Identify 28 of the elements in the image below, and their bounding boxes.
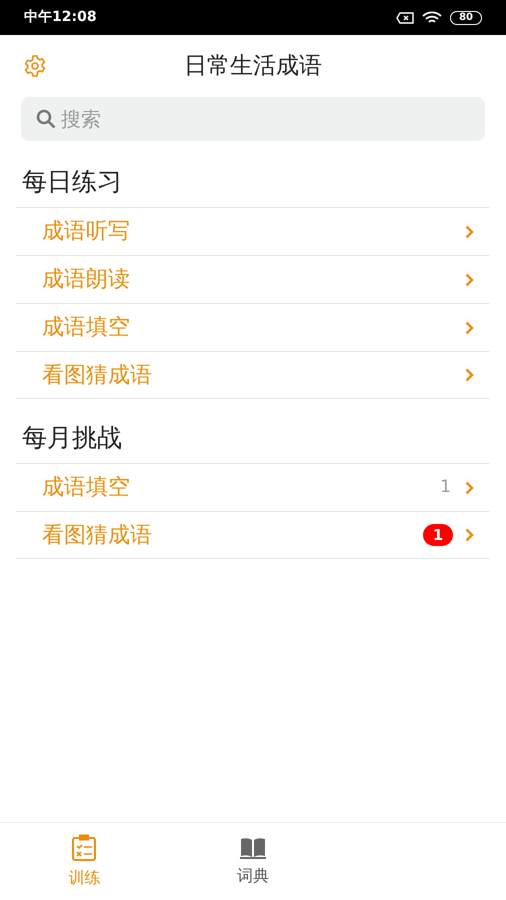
chevron-right-icon: [465, 320, 474, 334]
chevron-right-icon: [465, 480, 474, 494]
notification-badge: 1: [423, 524, 453, 546]
chevron-right-icon: [465, 224, 474, 238]
battery-indicator: 80: [450, 10, 482, 24]
tab-button[interactable]: 词典: [168, 823, 338, 900]
section-title: 每日练习: [22, 166, 123, 198]
page-title: 日常生活成语: [184, 52, 322, 81]
search-field[interactable]: 搜索: [21, 97, 485, 141]
list-item[interactable]: 成语填空 1: [16, 463, 490, 511]
list-item[interactable]: 成语朗读: [16, 255, 490, 303]
book-icon: [238, 836, 267, 860]
sim-icon: [396, 12, 414, 24]
search-icon: [35, 108, 57, 130]
section-title: 每月挑战: [22, 422, 123, 454]
tab-button[interactable]: 训练: [0, 823, 169, 900]
list-item[interactable]: 看图猜成语 1: [16, 511, 490, 559]
chevron-right-icon: [465, 528, 474, 542]
chevron-right-icon: [465, 272, 474, 286]
list-item[interactable]: 成语填空: [16, 303, 490, 351]
settings-icon[interactable]: [23, 54, 47, 78]
clipboard-icon: [71, 834, 98, 862]
chevron-right-icon: [465, 368, 474, 382]
list-item[interactable]: 成语听写: [16, 207, 490, 255]
list-item[interactable]: 看图猜成语: [16, 351, 490, 399]
wifi-icon: [422, 10, 442, 24]
status-time: 中午12:08: [24, 8, 97, 27]
item-count: 1: [440, 476, 451, 499]
